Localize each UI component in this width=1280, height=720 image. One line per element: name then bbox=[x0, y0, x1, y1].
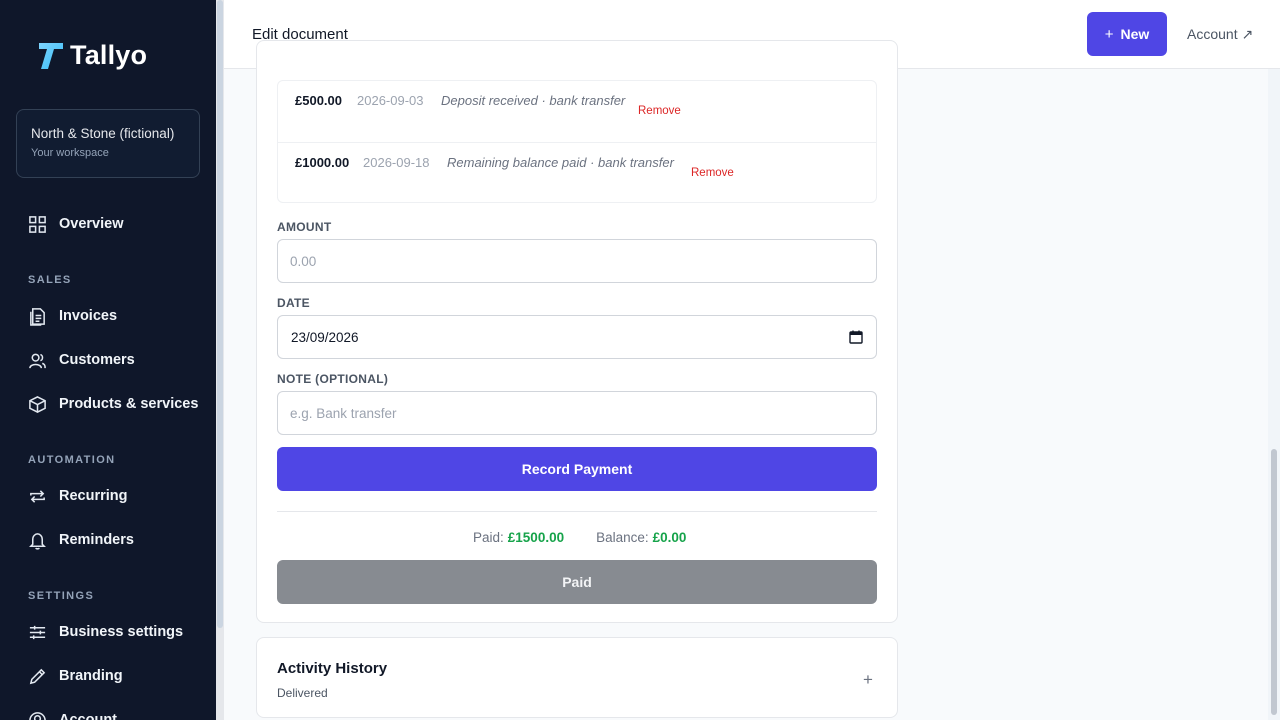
balance-label: Balance: bbox=[596, 530, 649, 545]
payment-note: Remaining balance paid · bank transfer bbox=[447, 155, 674, 170]
sidebar-item-label: Business settings bbox=[59, 624, 184, 640]
app-name: Tallyo bbox=[70, 40, 148, 70]
payments-list: £500.00 2026-09-03 Deposit received · ba… bbox=[277, 80, 877, 203]
sidebar-item-invoices[interactable]: Invoices bbox=[28, 304, 117, 328]
sidebar: Tallyo North & Stone (fictional) Your wo… bbox=[0, 0, 216, 720]
user-circle-icon bbox=[29, 711, 46, 720]
sidebar-scrollbar-thumb[interactable] bbox=[217, 0, 223, 628]
remove-payment-button[interactable]: Remove bbox=[638, 105, 681, 117]
payment-row: £500.00 2026-09-03 Deposit received · ba… bbox=[278, 81, 876, 142]
payment-note: Deposit received · bank transfer bbox=[441, 93, 626, 108]
payment-date: 2026-09-18 bbox=[363, 155, 430, 170]
payment-row: £1000.00 2026-09-18 Remaining balance pa… bbox=[278, 142, 876, 203]
tallyo-logo-icon bbox=[39, 42, 63, 69]
bell-icon bbox=[29, 532, 46, 550]
note-label: NOTE (OPTIONAL) bbox=[277, 372, 389, 386]
sidebar-item-reminders[interactable]: Reminders bbox=[28, 528, 134, 552]
sidebar-section-automation: AUTOMATION bbox=[28, 454, 116, 466]
sliders-icon bbox=[29, 625, 46, 639]
plus-icon: + bbox=[1104, 25, 1114, 43]
paid-status-button[interactable]: Paid bbox=[277, 560, 877, 604]
box-icon bbox=[29, 395, 46, 413]
workspace-subtitle: Your workspace bbox=[31, 147, 109, 159]
document-icon bbox=[30, 307, 45, 326]
account-link[interactable]: Account ↗ bbox=[1187, 26, 1253, 43]
payment-amount: £500.00 bbox=[295, 93, 342, 108]
expand-icon[interactable]: + bbox=[863, 670, 873, 690]
calendar-icon[interactable] bbox=[849, 330, 863, 344]
workspace-switcher[interactable]: North & Stone (fictional) Your workspace bbox=[16, 109, 200, 178]
date-value: 23/09/2026 bbox=[291, 329, 359, 345]
balance-value: £0.00 bbox=[652, 530, 687, 545]
sidebar-scrollbar[interactable] bbox=[216, 0, 224, 720]
sidebar-item-recurring[interactable]: Recurring bbox=[28, 484, 128, 508]
activity-history-panel[interactable]: Activity History Delivered + bbox=[256, 637, 898, 718]
record-payment-button[interactable]: Record Payment bbox=[277, 447, 877, 491]
activity-title: Activity History bbox=[277, 660, 388, 677]
sidebar-section-settings: SETTINGS bbox=[28, 590, 95, 602]
sidebar-item-label: Recurring bbox=[59, 488, 128, 504]
new-button-label: New bbox=[1120, 26, 1150, 42]
payment-amount: £1000.00 bbox=[295, 155, 350, 170]
remove-payment-button[interactable]: Remove bbox=[691, 167, 734, 179]
grid-icon bbox=[29, 215, 46, 233]
app-logo[interactable]: Tallyo bbox=[38, 40, 147, 71]
sidebar-section-sales: SALES bbox=[28, 274, 72, 286]
workspace-name: North & Stone (fictional) bbox=[31, 126, 175, 141]
date-input[interactable]: 23/09/2026 bbox=[277, 315, 877, 359]
sidebar-item-label: Overview bbox=[59, 216, 124, 232]
sidebar-item-label: Branding bbox=[59, 668, 123, 684]
sidebar-item-customers[interactable]: Customers bbox=[28, 348, 135, 372]
amount-label: AMOUNT bbox=[277, 220, 332, 234]
amount-input[interactable] bbox=[277, 239, 877, 283]
users-icon bbox=[29, 353, 46, 368]
sidebar-item-products[interactable]: Products & services bbox=[28, 392, 198, 416]
activity-subtitle: Delivered bbox=[277, 686, 328, 700]
note-input[interactable] bbox=[277, 391, 877, 435]
divider bbox=[277, 511, 877, 512]
sidebar-item-label: Products & services bbox=[59, 396, 199, 412]
page-scrollbar-thumb[interactable] bbox=[1271, 449, 1277, 715]
page-scrollbar[interactable] bbox=[1268, 69, 1280, 720]
payment-summary: Paid: £1500.00 Balance: £0.00 bbox=[473, 530, 686, 545]
paid-label: Paid: bbox=[473, 530, 504, 545]
sidebar-item-label: Invoices bbox=[59, 308, 118, 324]
date-label: DATE bbox=[277, 296, 310, 310]
sidebar-item-branding[interactable]: Branding bbox=[28, 664, 123, 688]
paid-value: £1500.00 bbox=[507, 530, 565, 545]
pen-icon bbox=[29, 668, 46, 684]
sidebar-item-overview[interactable]: Overview bbox=[28, 212, 124, 236]
sidebar-item-label: Account bbox=[59, 712, 117, 720]
sidebar-item-label: Reminders bbox=[59, 532, 134, 548]
payment-date: 2026-09-03 bbox=[357, 93, 424, 108]
sidebar-item-label: Customers bbox=[59, 352, 135, 368]
repeat-icon bbox=[30, 489, 45, 503]
sidebar-item-account[interactable]: Account bbox=[28, 708, 117, 720]
new-button[interactable]: + New bbox=[1087, 12, 1167, 56]
sidebar-item-business-settings[interactable]: Business settings bbox=[28, 620, 183, 644]
